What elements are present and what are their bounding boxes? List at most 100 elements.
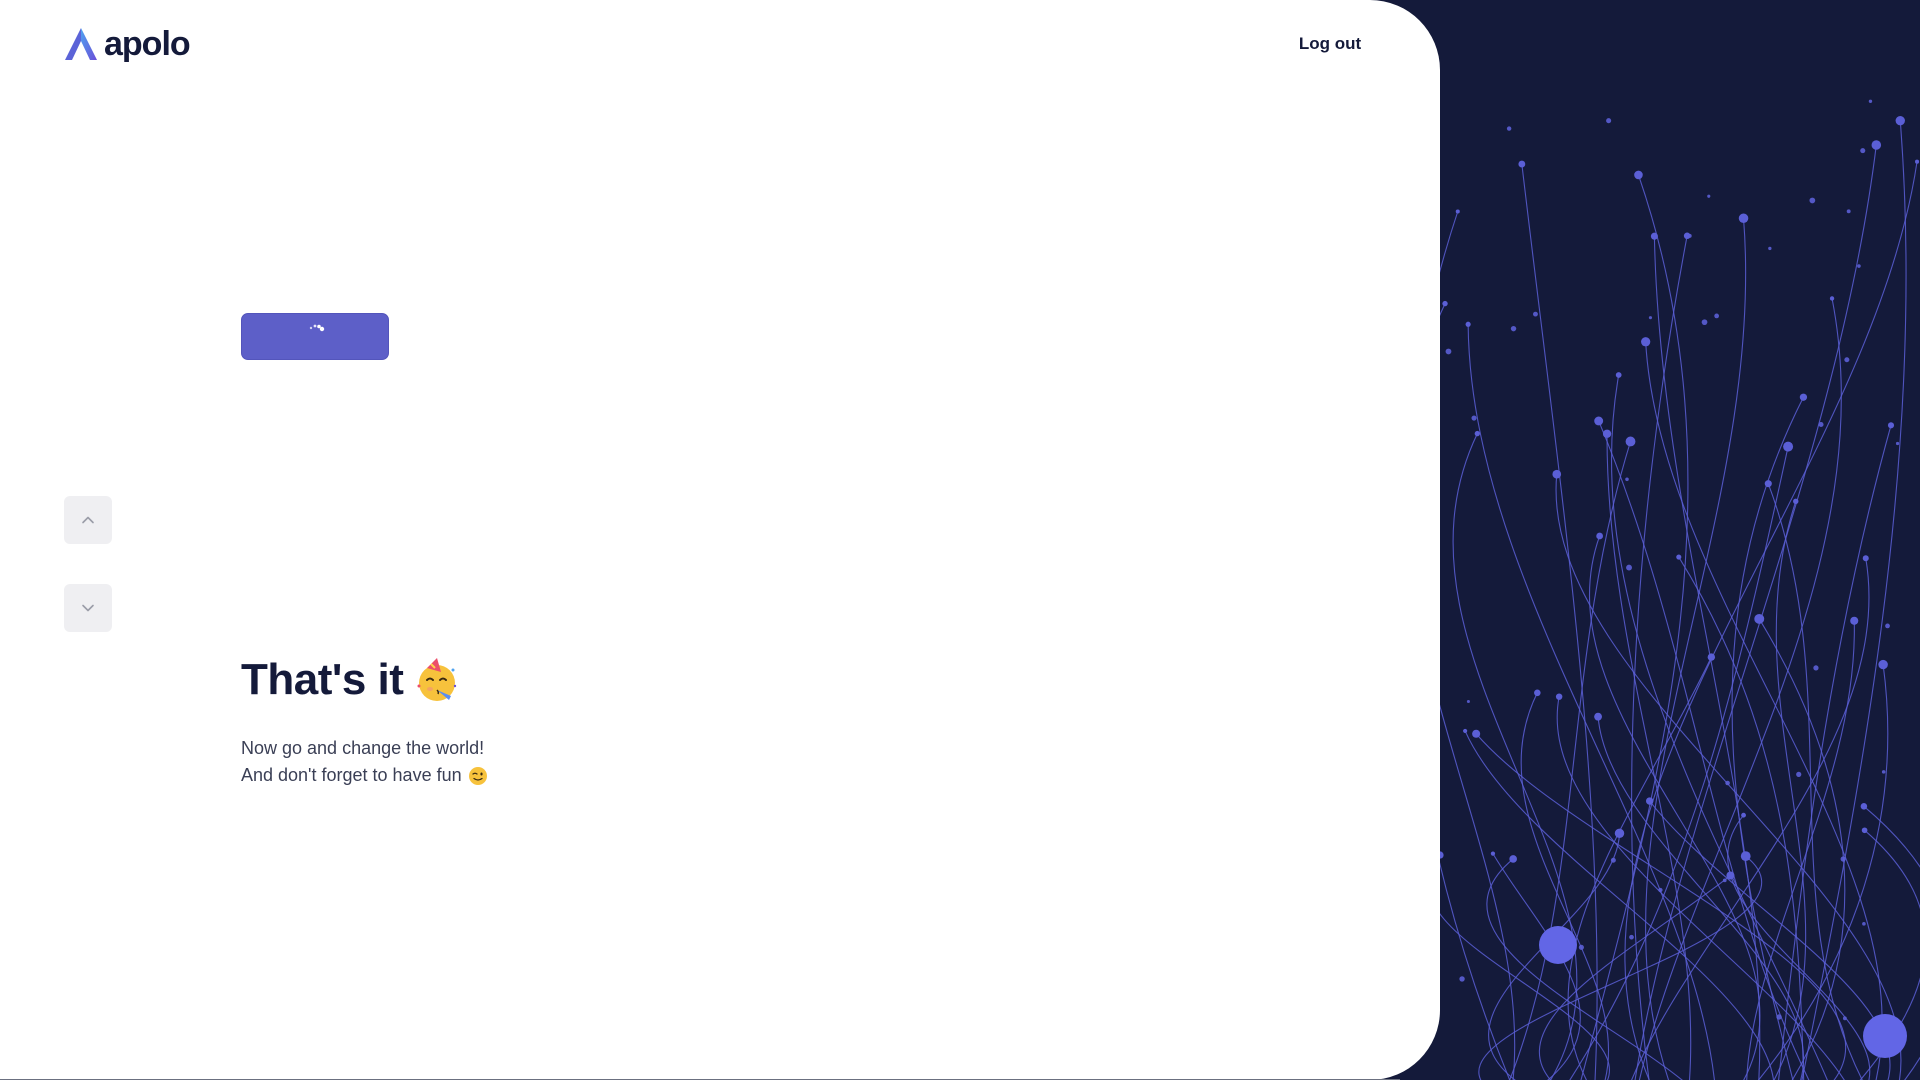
art-dot — [1895, 115, 1905, 126]
primary-action-button[interactable] — [241, 313, 389, 360]
main-panel: apolo Log out That's it Now go and chang… — [0, 0, 1440, 1080]
art-dot — [1701, 319, 1708, 326]
art-dot — [1594, 416, 1604, 426]
art-strand — [1427, 854, 1610, 1080]
art-large-dot — [1539, 926, 1577, 964]
art-dot — [1850, 616, 1859, 625]
art-dot — [1915, 159, 1920, 164]
art-dot — [1846, 209, 1851, 214]
art-dot — [1714, 313, 1720, 319]
art-dot — [1809, 197, 1816, 204]
art-strand — [1555, 474, 1902, 1080]
art-dot — [1534, 689, 1541, 697]
art-dot — [1602, 429, 1612, 438]
art-dot — [1725, 780, 1730, 786]
page: apolo Log out That's it Now go and chang… — [0, 0, 1920, 1080]
loading-spinner-icon — [309, 324, 325, 332]
art-dot — [1506, 126, 1512, 131]
art-dot — [1857, 264, 1861, 268]
art-dot — [1645, 797, 1654, 805]
art-dot — [1472, 729, 1481, 738]
art-dot — [1862, 922, 1866, 926]
art-dot — [1868, 99, 1873, 103]
art-dot — [1533, 311, 1538, 317]
art-strand — [1649, 800, 1891, 1080]
art-dot — [1466, 699, 1470, 704]
art-large-dot — [1863, 1014, 1907, 1058]
art-strand — [1475, 733, 1846, 1080]
art-strand — [1492, 853, 1581, 1080]
art-dot — [1844, 357, 1850, 363]
art-dot — [1741, 812, 1746, 818]
art-dot — [1799, 393, 1808, 401]
art-dot — [1860, 803, 1868, 810]
completion-heading: That's it — [241, 652, 461, 708]
art-dot — [1722, 878, 1727, 883]
art-dot — [1776, 1014, 1782, 1020]
art-dot — [1813, 665, 1819, 671]
art-strand — [1467, 324, 1715, 1080]
art-dot — [1594, 712, 1602, 721]
art-dot — [1465, 321, 1471, 327]
art-dot — [1793, 498, 1799, 504]
art-strand — [1731, 396, 1804, 1080]
art-strand — [1746, 620, 1855, 1080]
art-dot — [1442, 300, 1448, 307]
art-dot — [1555, 693, 1563, 700]
art-dot — [1625, 436, 1636, 447]
art-dot — [1860, 148, 1866, 154]
apolo-logo[interactable]: apolo — [64, 24, 191, 64]
art-dot — [1842, 1016, 1847, 1021]
art-dot — [1518, 160, 1526, 168]
completion-message: Now go and change the world! And don't f… — [241, 735, 488, 789]
art-strand — [1452, 433, 1578, 1080]
decorative-art-panel — [1400, 0, 1920, 1080]
chevron-down-icon — [82, 604, 94, 612]
art-dot — [1510, 325, 1517, 332]
art-dot — [1629, 934, 1634, 940]
next-step-button[interactable] — [64, 584, 112, 632]
art-dot — [1887, 422, 1895, 429]
art-dot — [1754, 613, 1765, 624]
art-dot — [1818, 421, 1824, 427]
art-dot — [1474, 430, 1480, 437]
art-dot — [1687, 233, 1692, 238]
art-dot — [1871, 140, 1882, 150]
art-dot — [1615, 372, 1622, 378]
art-strand — [1778, 425, 1892, 1080]
art-dot — [1862, 555, 1869, 562]
art-strand — [1653, 236, 1761, 1080]
art-dot — [1738, 213, 1749, 224]
art-dot — [1455, 209, 1460, 214]
art-dot — [1768, 246, 1772, 251]
previous-step-button[interactable] — [64, 496, 112, 544]
decorative-lines-art — [1401, 99, 1920, 1080]
logout-button[interactable]: Log out — [1280, 30, 1380, 58]
message-line-2-text: And don't forget to have fun — [241, 765, 462, 785]
art-dot — [1648, 316, 1653, 320]
art-dot — [1490, 851, 1496, 856]
art-dot — [1596, 532, 1604, 540]
message-line-2: And don't forget to have fun — [241, 762, 488, 789]
art-strand — [1538, 875, 1731, 1080]
partying-face-emoji-icon — [417, 658, 457, 701]
art-dot — [1463, 728, 1468, 734]
page-title: That's it — [241, 655, 404, 704]
art-strand — [1638, 298, 1842, 1080]
art-dot — [1895, 441, 1900, 446]
art-dot — [1658, 887, 1663, 893]
art-dot — [1610, 857, 1616, 863]
art-dot — [1881, 770, 1886, 774]
art-dot — [1707, 194, 1711, 198]
art-dot — [1606, 118, 1612, 124]
art-dot — [1783, 441, 1794, 452]
art-dot — [1445, 348, 1452, 355]
art-dot — [1829, 296, 1835, 301]
message-line-1-text: Now go and change the world! — [241, 738, 485, 758]
apolo-logo-icon — [65, 28, 97, 60]
art-dot — [1509, 855, 1517, 863]
art-dot — [1625, 477, 1629, 482]
art-dot — [1626, 564, 1632, 571]
winking-face-emoji-icon — [468, 766, 487, 785]
art-dot — [1885, 623, 1890, 629]
